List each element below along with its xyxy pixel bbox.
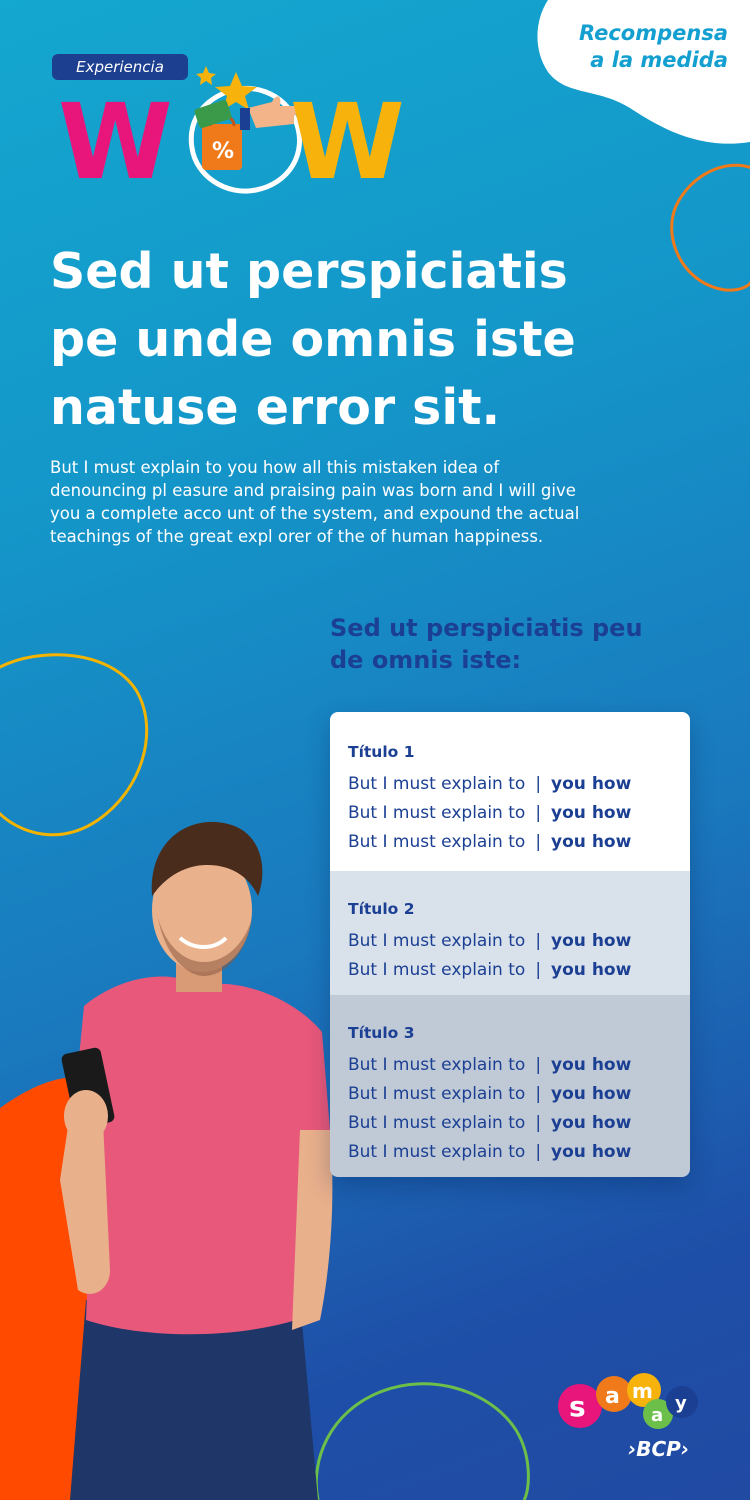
row-label: But I must explain to xyxy=(348,1055,526,1075)
card-row: But I must explain to | you how xyxy=(348,828,672,857)
row-separator: | xyxy=(535,960,542,980)
hero-title-line2: pe unde omnis iste xyxy=(50,311,576,368)
card-section-1: Título 1 But I must explain to | you how B… xyxy=(330,712,690,871)
samay-letter: a xyxy=(605,1384,620,1409)
row-label: But I must explain to xyxy=(348,1142,526,1162)
row-value: you how xyxy=(551,1055,632,1075)
samay-letter: a xyxy=(651,1405,663,1426)
corner-tagline: Recompensa a la medida xyxy=(579,20,728,74)
row-label: But I must explain to xyxy=(348,1113,526,1133)
hero-title-line3: natuse error sit. xyxy=(50,379,501,436)
intro-line3: you a complete acco unt of the system, a… xyxy=(50,504,580,523)
row-separator: | xyxy=(535,803,542,823)
samay-bcp-logo: s a m a y ›BCP› xyxy=(558,1373,698,1461)
row-value: you how xyxy=(551,1142,632,1162)
card-row: But I must explain to | you how xyxy=(348,927,672,956)
intro-line4: teachings of the great expl orer of the … xyxy=(50,527,544,546)
row-value: you how xyxy=(551,832,632,852)
row-label: But I must explain to xyxy=(348,960,526,980)
card-row: But I must explain to | you how xyxy=(348,799,672,828)
card-section-title: Título 1 xyxy=(348,743,415,761)
row-value: you how xyxy=(551,1113,632,1133)
subtitle-line2: de omnis iste: xyxy=(330,646,522,674)
samay-letter: s xyxy=(569,1390,586,1423)
card-section-title: Título 3 xyxy=(348,1024,415,1042)
row-label: But I must explain to xyxy=(348,931,526,951)
wow-letter-left: W xyxy=(58,81,173,202)
samay-letter: m xyxy=(632,1379,653,1403)
promo-page: Recompensa a la medida W % W Experiencia… xyxy=(0,0,750,1500)
card-row: But I must explain to | you how xyxy=(348,770,672,799)
samay-letter: y xyxy=(675,1393,687,1414)
card-section-title: Título 2 xyxy=(348,900,415,918)
experiencia-chip: Experiencia xyxy=(52,54,188,80)
row-separator: | xyxy=(535,1084,542,1104)
green-ring xyxy=(314,1382,530,1500)
hero-title-line1: Sed ut perspiciatis xyxy=(50,243,568,300)
row-label: But I must explain to xyxy=(348,803,526,823)
bcp-wordmark: ›BCP› xyxy=(628,1437,689,1461)
row-value: you how xyxy=(551,774,632,794)
card-section-3: Título 3 But I must explain to | you how B… xyxy=(330,995,690,1177)
wow-letter-right: W xyxy=(290,81,405,202)
card-row: But I must explain to | you how xyxy=(348,1080,672,1109)
subtitle-line1: Sed ut perspiciatis peu xyxy=(330,614,643,642)
experiencia-wow-logo: W % W Experiencia xyxy=(50,52,420,202)
percent-icon: % xyxy=(212,139,234,164)
row-separator: | xyxy=(535,1113,542,1133)
pink-tshirt xyxy=(70,976,330,1335)
intro-paragraph: But I must explain to you how all this m… xyxy=(50,456,670,548)
row-separator: | xyxy=(535,774,542,794)
card-row: But I must explain to | you how xyxy=(348,1051,672,1080)
corner-tagline-line1: Recompensa xyxy=(578,21,728,45)
row-label: But I must explain to xyxy=(348,1084,526,1104)
row-separator: | xyxy=(535,931,542,951)
row-label: But I must explain to xyxy=(348,832,526,852)
row-value: you how xyxy=(551,1084,632,1104)
info-card: Título 1 But I must explain to | you how B… xyxy=(330,712,690,1177)
row-label: But I must explain to xyxy=(348,774,526,794)
card-section-2: Título 2 But I must explain to | you how B… xyxy=(330,871,690,995)
row-separator: | xyxy=(535,1142,542,1162)
row-separator: | xyxy=(535,1055,542,1075)
intro-line1: But I must explain to you how all this m… xyxy=(50,458,500,477)
section-subtitle: Sed ut perspiciatis peu de omnis iste: xyxy=(330,612,670,676)
card-row: But I must explain to | you how xyxy=(348,1109,672,1138)
man-with-phone-photo xyxy=(60,821,333,1500)
card-row: But I must explain to | you how xyxy=(348,1138,672,1167)
intro-line2: denouncing pl easure and praising pain w… xyxy=(50,481,576,500)
hero-title: Sed ut perspiciatis pe unde omnis iste n… xyxy=(50,238,690,442)
row-separator: | xyxy=(535,832,542,852)
card-row: But I must explain to | you how xyxy=(348,956,672,985)
corner-tagline-line2: a la medida xyxy=(590,48,728,72)
row-value: you how xyxy=(551,931,632,951)
row-value: you how xyxy=(551,803,632,823)
row-value: you how xyxy=(551,960,632,980)
